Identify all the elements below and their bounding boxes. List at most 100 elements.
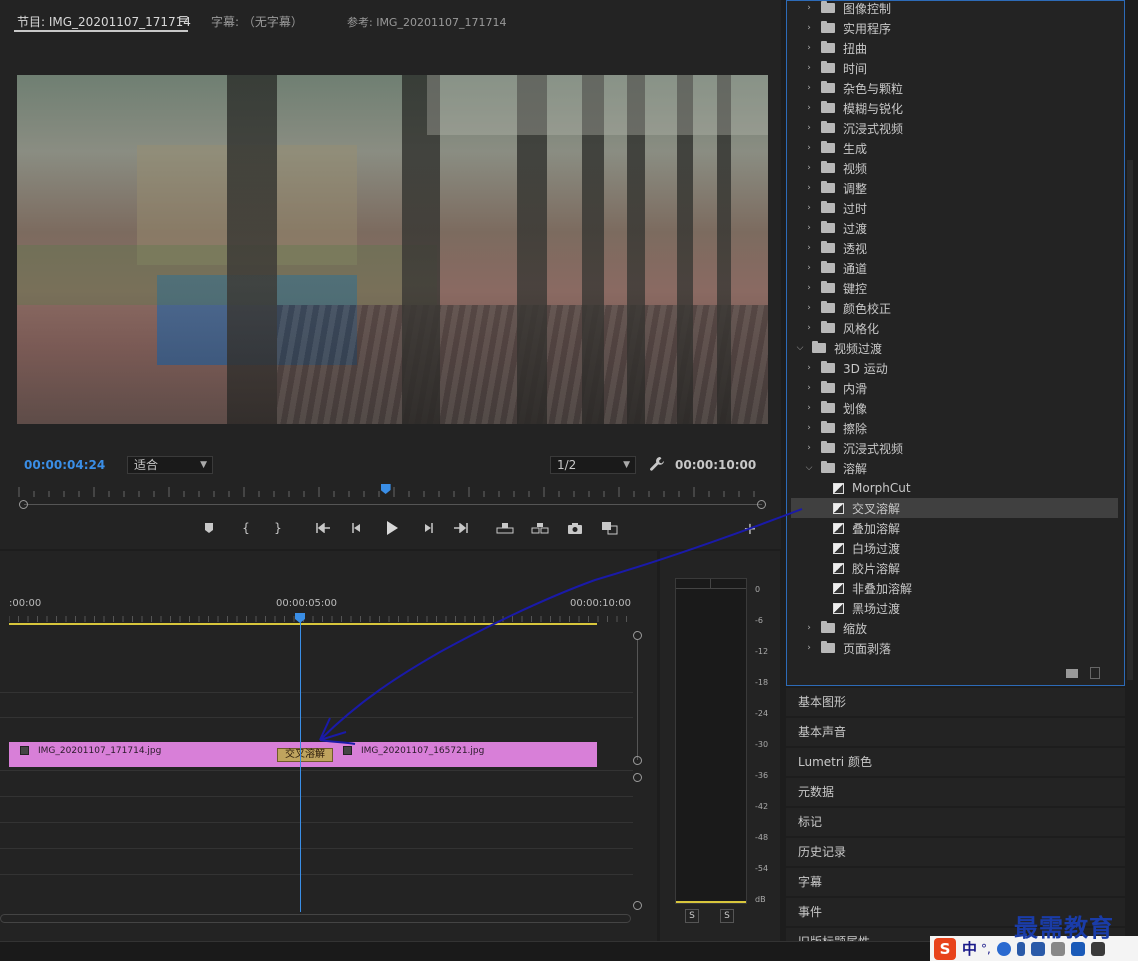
chevron-right-icon[interactable]: ›: [803, 623, 815, 633]
effect-folder[interactable]: › 缩放: [803, 618, 1118, 638]
video-preview-frame[interactable]: [17, 75, 768, 424]
collapsed-panel-tab[interactable]: 基本图形: [786, 688, 1125, 716]
zoom-fit-dropdown[interactable]: 适合 ▼: [127, 456, 213, 474]
chevron-right-icon[interactable]: ›: [803, 223, 815, 233]
chevron-right-icon[interactable]: ›: [803, 203, 815, 213]
chevron-right-icon[interactable]: ›: [803, 183, 815, 193]
timeline-vertical-scrollbar[interactable]: [637, 640, 638, 760]
effect-item[interactable]: MorphCut: [833, 478, 1118, 498]
skin-icon[interactable]: [1070, 941, 1085, 956]
effect-folder[interactable]: › 键控: [803, 278, 1118, 298]
chevron-right-icon[interactable]: ›: [803, 383, 815, 393]
effect-item[interactable]: 黑场过渡: [833, 598, 1118, 618]
chevron-right-icon[interactable]: ›: [803, 3, 815, 13]
collapsed-panel-tab[interactable]: 基本声音: [786, 718, 1125, 746]
scroll-handle[interactable]: [633, 901, 642, 910]
effect-item[interactable]: 交叉溶解: [791, 498, 1118, 518]
chevron-right-icon[interactable]: ›: [803, 23, 815, 33]
comparison-view-icon[interactable]: [599, 516, 621, 540]
effect-folder[interactable]: › 时间: [803, 58, 1118, 78]
monitor-time-ruler[interactable]: [17, 485, 768, 497]
go-to-out-icon[interactable]: [450, 516, 472, 540]
chevron-right-icon[interactable]: ›: [803, 243, 815, 253]
chevron-right-icon[interactable]: ›: [803, 103, 815, 113]
grid-menu-icon[interactable]: [1090, 941, 1105, 956]
work-area-bar[interactable]: [9, 623, 597, 625]
effect-folder[interactable]: › 模糊与锐化: [803, 98, 1118, 118]
playback-resolution-dropdown[interactable]: 1/2 ▼: [550, 456, 636, 474]
tab-program-monitor[interactable]: 节目: IMG_20201107_171714: [17, 13, 191, 30]
extract-icon[interactable]: [529, 516, 551, 540]
effect-folder[interactable]: › 图像控制: [803, 0, 1118, 18]
ime-punctuation[interactable]: °,: [981, 942, 991, 956]
tab-captions[interactable]: 字幕: （无字幕）: [211, 13, 303, 30]
effect-folder[interactable]: › 风格化: [803, 318, 1118, 338]
collapsed-panel-tab[interactable]: 元数据: [786, 778, 1125, 806]
effect-folder[interactable]: › 实用程序: [803, 18, 1118, 38]
wrench-icon[interactable]: [649, 456, 665, 472]
chevron-right-icon[interactable]: ›: [803, 423, 815, 433]
effect-item[interactable]: 非叠加溶解: [833, 578, 1118, 598]
effect-folder[interactable]: › 页面剥落: [803, 638, 1118, 658]
collapsed-panel-tab[interactable]: 字幕: [786, 868, 1125, 896]
collapsed-panel-tab[interactable]: 标记: [786, 808, 1125, 836]
clip-a-label[interactable]: IMG_20201107_171714.jpg: [38, 746, 161, 756]
chevron-right-icon[interactable]: ›: [803, 63, 815, 73]
effect-folder[interactable]: ⌵ 溶解: [803, 458, 1118, 478]
current-timecode[interactable]: 00:00:04:24: [24, 458, 105, 472]
collapsed-panel-tab[interactable]: 历史记录: [786, 838, 1125, 866]
effect-folder[interactable]: › 颜色校正: [803, 298, 1118, 318]
collapsed-panel-tab[interactable]: Lumetri 颜色: [786, 748, 1125, 776]
effect-folder[interactable]: › 3D 运动: [803, 358, 1118, 378]
clip-b-label[interactable]: IMG_20201107_165721.jpg: [361, 746, 484, 756]
effect-folder[interactable]: › 透视: [803, 238, 1118, 258]
chevron-right-icon[interactable]: ›: [803, 303, 815, 313]
chevron-down-icon[interactable]: ⌵: [794, 343, 806, 353]
mark-in-icon[interactable]: {: [235, 516, 257, 540]
new-bin-icon[interactable]: [1066, 669, 1078, 678]
scrub-end-handle[interactable]: [757, 500, 766, 509]
effect-folder[interactable]: › 调整: [803, 178, 1118, 198]
mark-out-icon[interactable]: }: [267, 516, 289, 540]
effect-folder[interactable]: › 沉浸式视频: [803, 118, 1118, 138]
chevron-right-icon[interactable]: ›: [803, 443, 815, 453]
effects-scrollbar[interactable]: [1127, 160, 1133, 680]
play-icon[interactable]: [381, 516, 403, 540]
chevron-right-icon[interactable]: ›: [803, 263, 815, 273]
effect-folder[interactable]: ⌵ 视频过渡: [794, 338, 1118, 358]
effect-item[interactable]: 叠加溶解: [833, 518, 1118, 538]
effect-item[interactable]: 胶片溶解: [833, 558, 1118, 578]
sogou-logo-icon[interactable]: S: [934, 937, 956, 960]
effect-folder[interactable]: › 杂色与颗粒: [803, 78, 1118, 98]
chevron-right-icon[interactable]: ›: [803, 403, 815, 413]
chevron-right-icon[interactable]: ›: [803, 83, 815, 93]
solo-right-button[interactable]: S: [720, 909, 734, 923]
chevron-right-icon[interactable]: ›: [803, 363, 815, 373]
chevron-right-icon[interactable]: ›: [803, 163, 815, 173]
lift-icon[interactable]: [494, 516, 516, 540]
chevron-right-icon[interactable]: ›: [803, 643, 815, 653]
monitor-scrub-bar[interactable]: [24, 504, 762, 505]
timeline-horizontal-scrollbar[interactable]: [0, 914, 631, 923]
effect-folder[interactable]: › 划像: [803, 398, 1118, 418]
add-button-icon[interactable]: +: [739, 516, 761, 540]
scroll-handle[interactable]: [633, 631, 642, 640]
effect-folder[interactable]: › 生成: [803, 138, 1118, 158]
add-marker-icon[interactable]: [198, 516, 220, 540]
toolbox-icon[interactable]: [1050, 941, 1065, 956]
effect-item[interactable]: 白场过渡: [833, 538, 1118, 558]
chevron-right-icon[interactable]: ›: [803, 43, 815, 53]
microphone-icon[interactable]: [1016, 941, 1025, 956]
scroll-handle[interactable]: [633, 756, 642, 765]
effect-folder[interactable]: › 过时: [803, 198, 1118, 218]
scroll-handle[interactable]: [633, 773, 642, 782]
effect-folder[interactable]: › 扭曲: [803, 38, 1118, 58]
chevron-right-icon[interactable]: ›: [803, 123, 815, 133]
cross-dissolve-transition[interactable]: 交叉溶解: [277, 748, 333, 762]
step-forward-icon[interactable]: [417, 516, 439, 540]
step-back-icon[interactable]: [346, 516, 368, 540]
keyboard-icon[interactable]: [1030, 941, 1045, 956]
effect-folder[interactable]: › 视频: [803, 158, 1118, 178]
chevron-right-icon[interactable]: ›: [803, 283, 815, 293]
effect-folder[interactable]: › 通道: [803, 258, 1118, 278]
